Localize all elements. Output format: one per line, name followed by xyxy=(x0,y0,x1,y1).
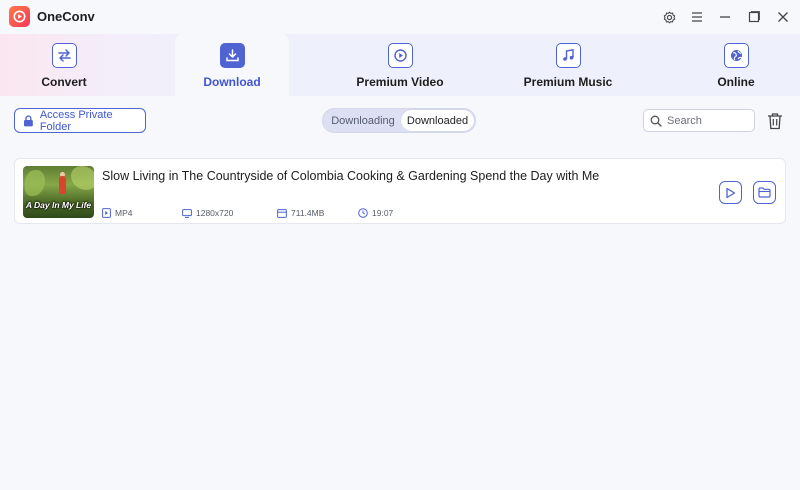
access-private-folder-button[interactable]: Access Private Folder xyxy=(14,108,146,133)
nav-convert[interactable]: Convert xyxy=(14,34,114,96)
monitor-icon xyxy=(182,208,192,218)
nav-label: Online xyxy=(717,75,755,89)
lock-icon xyxy=(23,114,33,126)
nav-premium-video[interactable]: Premium Video xyxy=(340,34,460,96)
folder-icon xyxy=(758,187,771,198)
app-logo xyxy=(9,6,30,27)
video-title: Slow Living in The Countryside of Colomb… xyxy=(102,169,600,183)
nav-label: Download xyxy=(203,75,261,89)
trash-icon xyxy=(768,113,782,130)
search-box xyxy=(643,109,755,132)
delete-all-button[interactable] xyxy=(765,110,785,132)
title-bar: OneConv xyxy=(0,0,800,34)
settings-icon[interactable] xyxy=(660,8,678,26)
video-thumbnail[interactable]: A Day In My Life xyxy=(23,166,94,218)
main-nav: Convert Download Premium Video Premium M… xyxy=(0,34,800,96)
search-input[interactable] xyxy=(667,114,747,127)
nav-label: Premium Music xyxy=(523,75,613,89)
maximize-icon[interactable] xyxy=(745,8,763,26)
play-button[interactable] xyxy=(719,181,742,204)
tab-downloading[interactable]: Downloading xyxy=(325,110,401,131)
private-folder-label: Access Private Folder xyxy=(39,108,113,133)
duration-value: 19:07 xyxy=(372,208,394,218)
clock-icon xyxy=(358,208,368,218)
tab-downloaded[interactable]: Downloaded xyxy=(401,110,474,131)
duration-meta: 19:07 xyxy=(358,207,393,219)
minimize-icon[interactable] xyxy=(716,8,734,26)
nav-online[interactable]: Online xyxy=(696,34,776,96)
resolution-value: 1280x720 xyxy=(196,208,234,218)
premium-music-icon xyxy=(555,43,581,68)
premium-video-icon xyxy=(387,43,413,68)
nav-label: Convert xyxy=(41,75,87,89)
resolution-meta: 1280x720 xyxy=(182,207,233,219)
nav-download[interactable]: Download xyxy=(175,34,289,96)
menu-icon[interactable] xyxy=(688,8,706,26)
download-icon xyxy=(219,43,245,68)
open-folder-button[interactable] xyxy=(753,181,776,204)
play-icon xyxy=(726,187,736,198)
size-value: 711.4MB xyxy=(291,208,325,218)
thumbnail-caption: A Day In My Life xyxy=(25,200,92,210)
nav-label: Premium Video xyxy=(356,75,444,89)
format-value: MP4 xyxy=(115,208,133,218)
download-item[interactable]: A Day In My Life Slow Living in The Coun… xyxy=(14,158,786,224)
search-icon xyxy=(650,115,662,127)
size-meta: 711.4MB xyxy=(277,207,324,219)
format-meta: MP4 xyxy=(102,207,132,219)
close-icon[interactable] xyxy=(774,8,792,26)
app-name: OneConv xyxy=(37,9,95,24)
convert-icon xyxy=(51,43,77,68)
nav-premium-music[interactable]: Premium Music xyxy=(508,34,628,96)
download-status-toggle: Downloading Downloaded xyxy=(322,108,476,133)
online-icon xyxy=(723,43,749,68)
video-file-icon xyxy=(102,208,111,218)
storage-icon xyxy=(277,208,287,218)
